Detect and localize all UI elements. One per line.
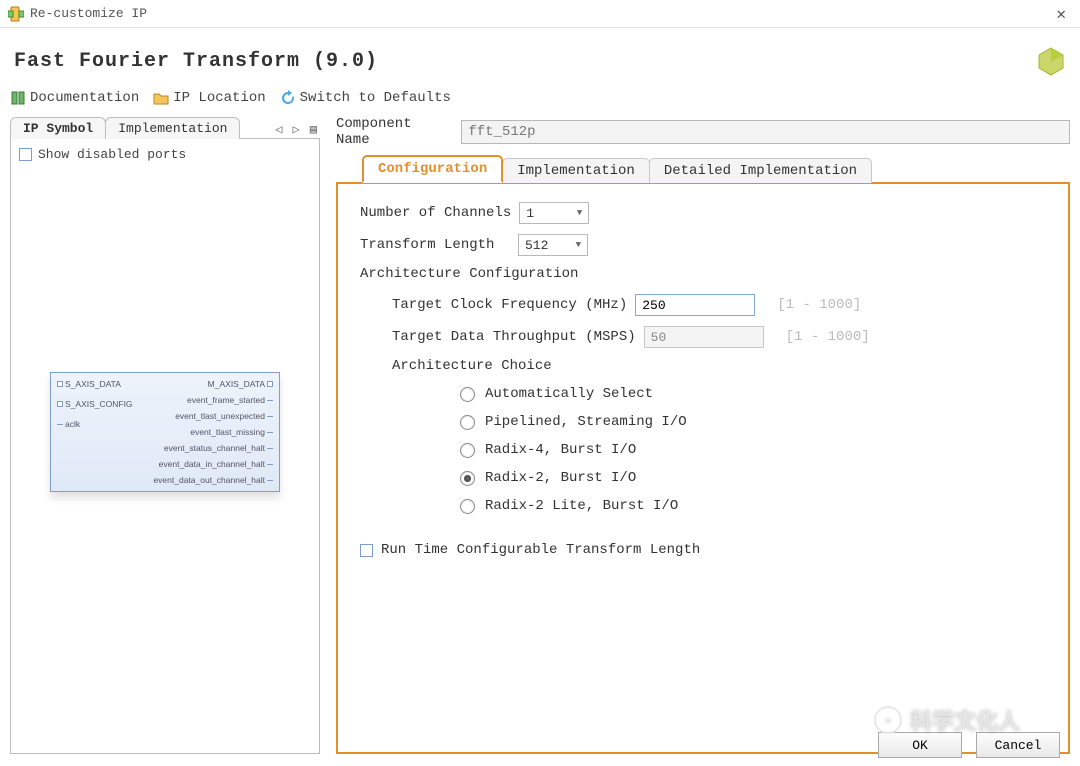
switch-defaults-link[interactable]: Switch to Defaults [280,90,451,106]
runtime-config-label: Run Time Configurable Transform Length [381,542,700,558]
port-out: event_tlast_missing [190,427,273,437]
switch-defaults-label: Switch to Defaults [300,90,451,106]
link-bar: Documentation IP Location Switch to Defa… [0,86,1080,114]
port-out: event_data_out_channel_halt [153,475,273,485]
tab-configuration[interactable]: Configuration [362,155,503,183]
port-in: aclk [57,419,133,429]
documentation-link[interactable]: Documentation [10,90,139,106]
target-throughput-label: Target Data Throughput (MSPS) [392,329,636,345]
tab-left-implementation[interactable]: Implementation [105,117,240,139]
component-name-label: Component Name [336,116,453,148]
watermark-text: 科学文化人 [910,704,1020,736]
radio-pipelined-label: Pipelined, Streaming I/O [485,414,687,430]
ip-symbol-block: S_AXIS_DATA S_AXIS_CONFIG aclk M_AXIS_DA… [50,372,280,492]
port-out: event_frame_started [187,395,273,405]
show-disabled-label: Show disabled ports [38,147,186,162]
radio-radix2-label: Radix-2, Burst I/O [485,470,636,486]
tabs-list-icon[interactable]: ▤ [307,121,320,138]
vendor-logo-icon [1036,46,1066,76]
component-name-input[interactable] [461,120,1070,144]
app-icon [8,6,24,22]
window-title: Re-customize IP [30,6,1050,21]
port-out: event_tlast_unexpected [175,411,273,421]
left-panel: Show disabled ports S_AXIS_DATA S_AXIS_C… [10,138,320,754]
header: Fast Fourier Transform (9.0) [0,28,1080,86]
port-in: S_AXIS_CONFIG [57,399,133,409]
transform-length-label: Transform Length [360,237,510,253]
documentation-label: Documentation [30,90,139,106]
chevron-down-icon: ▼ [577,208,582,218]
tab-implementation[interactable]: Implementation [502,158,650,183]
tabs-nav: ◁ ▷ ▤ [272,121,320,138]
watermark: ✦ 科学文化人 [874,704,1020,736]
refresh-icon [280,90,296,106]
radio-radix4[interactable] [460,443,475,458]
chevron-down-icon: ▼ [576,240,581,250]
page-title: Fast Fourier Transform (9.0) [14,50,1036,73]
num-channels-label: Number of Channels [360,205,511,221]
tabs-next-icon[interactable]: ▷ [290,121,303,138]
ip-location-label: IP Location [173,90,265,106]
arch-choice-group: Automatically Select Pipelined, Streamin… [392,386,1046,514]
target-throughput-range: [1 - 1000] [786,329,870,345]
transform-length-value: 512 [525,238,548,253]
radio-auto[interactable] [460,387,475,402]
config-tabs: Configuration Implementation Detailed Im… [336,156,1070,182]
radio-pipelined[interactable] [460,415,475,430]
radio-radix2-lite-label: Radix-2 Lite, Burst I/O [485,498,678,514]
title-bar: Re-customize IP ✕ [0,0,1080,28]
runtime-config-checkbox[interactable] [360,544,373,557]
tab-detailed-implementation[interactable]: Detailed Implementation [649,158,872,183]
left-tabs: IP Symbol Implementation ◁ ▷ ▤ [10,114,320,138]
book-icon [10,90,26,106]
port-out: event_data_in_channel_halt [159,459,273,469]
target-clock-input[interactable] [635,294,755,316]
port-out: M_AXIS_DATA [208,379,273,389]
show-disabled-checkbox[interactable] [19,148,32,161]
tab-ip-symbol[interactable]: IP Symbol [10,117,106,139]
transform-length-select[interactable]: 512 ▼ [518,234,588,256]
folder-icon [153,90,169,106]
num-channels-select[interactable]: 1 ▼ [519,202,589,224]
radio-radix2-lite[interactable] [460,499,475,514]
arch-choice-title: Architecture Choice [392,358,1046,374]
port-out: event_status_channel_halt [164,443,273,453]
radio-radix2[interactable] [460,471,475,486]
watermark-icon: ✦ [874,706,902,734]
radio-auto-label: Automatically Select [485,386,653,402]
target-clock-label: Target Clock Frequency (MHz) [392,297,627,313]
target-clock-range: [1 - 1000] [777,297,861,313]
close-icon[interactable]: ✕ [1050,4,1072,24]
radio-radix4-label: Radix-4, Burst I/O [485,442,636,458]
port-in: S_AXIS_DATA [57,379,133,389]
configuration-panel: Number of Channels 1 ▼ Transform Length … [336,182,1070,754]
ip-location-link[interactable]: IP Location [153,90,265,106]
num-channels-value: 1 [526,206,534,221]
tabs-prev-icon[interactable]: ◁ [272,121,285,138]
target-throughput-input[interactable] [644,326,764,348]
arch-config-title: Architecture Configuration [360,266,1046,282]
